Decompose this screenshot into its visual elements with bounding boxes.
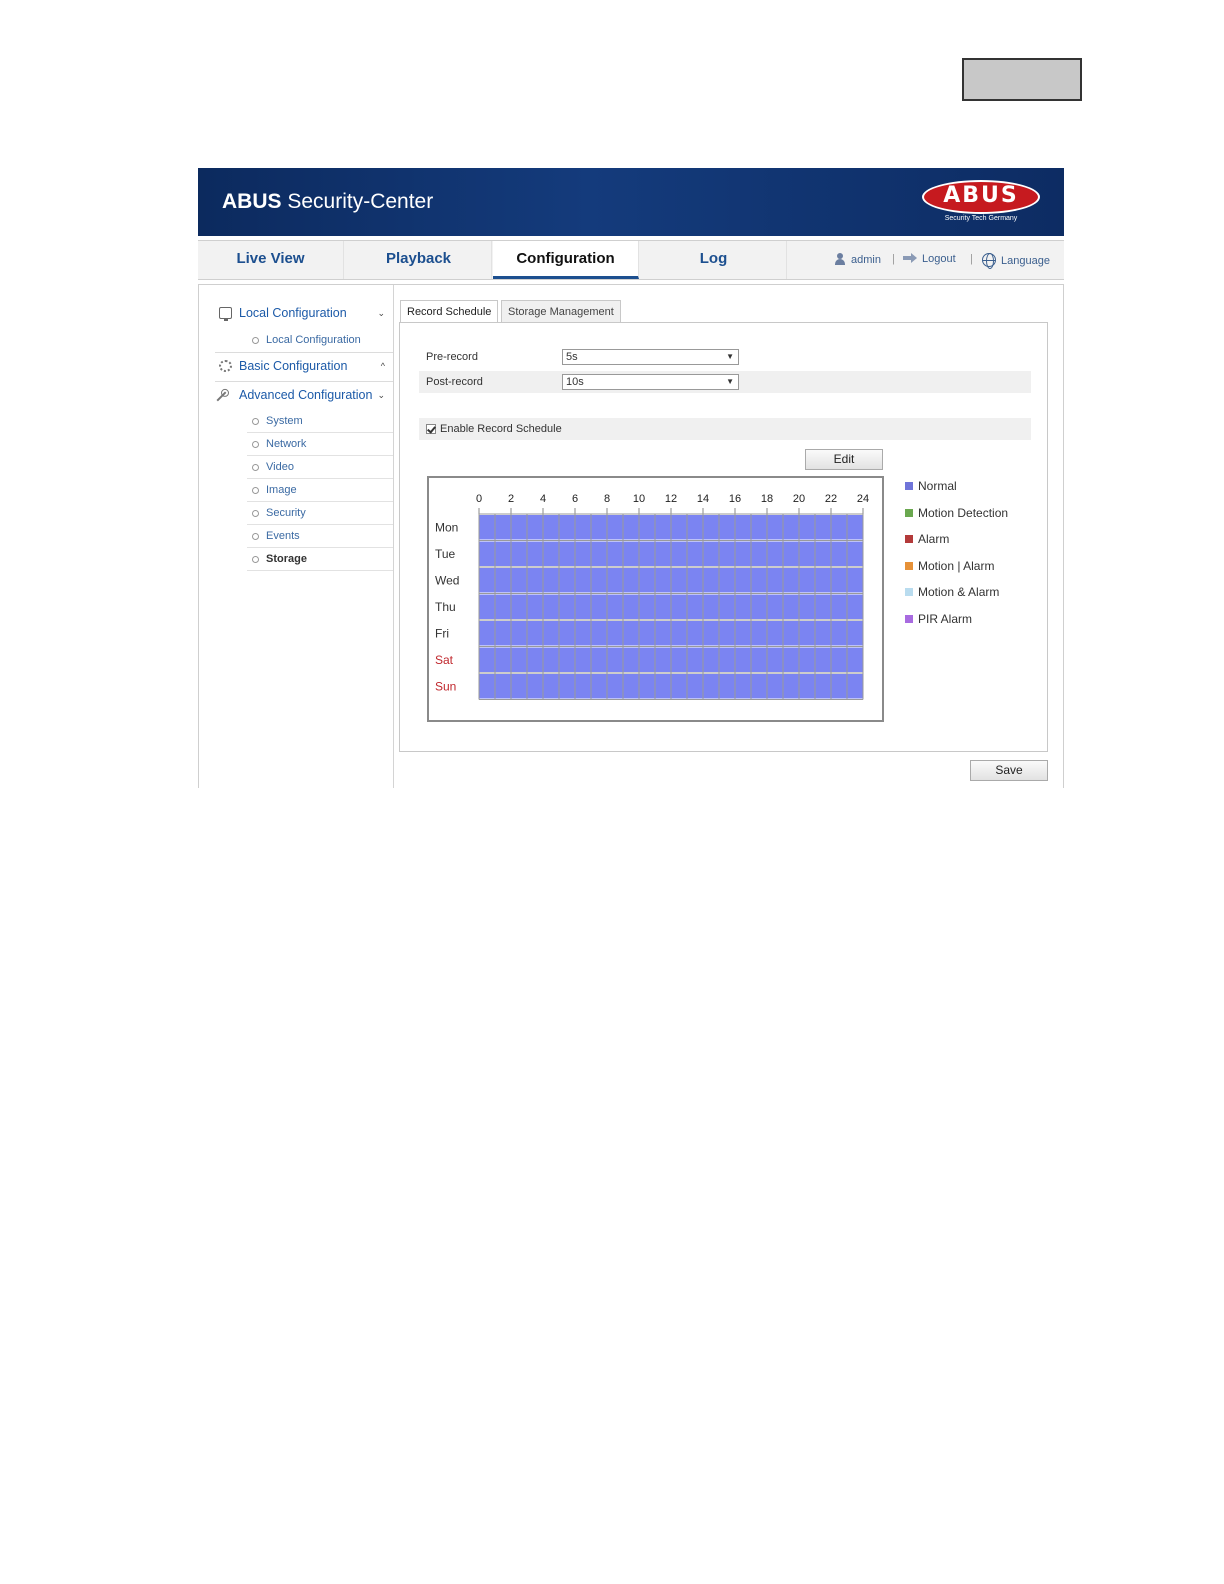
page-corner-box xyxy=(962,58,1082,101)
sidebar-advanced-configuration[interactable]: Advanced Configuration ⌄ xyxy=(215,382,393,409)
day-label: Sun xyxy=(435,679,456,693)
nav-separator: | xyxy=(892,253,895,265)
sidebar-item-network[interactable]: Network xyxy=(247,433,393,456)
hour-label: 8 xyxy=(604,493,610,505)
day-label: Wed xyxy=(435,573,459,587)
hour-label: 14 xyxy=(697,493,709,505)
chevron-down-icon: ⌄ xyxy=(377,308,385,318)
sidebar-item-events[interactable]: Events xyxy=(247,525,393,548)
sidebar-item-storage[interactable]: Storage xyxy=(247,548,393,571)
logout-icon xyxy=(903,253,917,263)
content-frame: Local Configuration ⌄ Local Configuratio… xyxy=(198,284,1064,788)
legend-label: PIR Alarm xyxy=(918,611,973,626)
hour-label: 2 xyxy=(508,493,514,505)
legend-swatch xyxy=(905,561,913,570)
schedule-box: 0 2 4 6 8 10 12 14 16 18 20 22 24 Mon Tue Wed Thu Fri Sat S… xyxy=(427,476,884,722)
legend-item: Alarm xyxy=(905,531,949,547)
schedule-grid[interactable]: 0 2 4 6 8 10 12 14 16 18 20 22 24MonTueWedThuFriSatS… xyxy=(429,478,882,720)
hour-label: 4 xyxy=(540,493,546,505)
day-label: Thu xyxy=(435,600,456,614)
tab-configuration[interactable]: Configuration xyxy=(493,241,639,279)
pre-record-label: Pre-record xyxy=(426,351,478,363)
legend-item: Motion | Alarm xyxy=(905,558,994,574)
day-label: Mon xyxy=(435,520,458,534)
main-nav: Live View Playback Configuration Log adm… xyxy=(198,240,1064,280)
nav-separator: | xyxy=(970,253,973,265)
legend-item: Motion & Alarm xyxy=(905,584,999,600)
enable-record-schedule-row: Enable Record Schedule xyxy=(419,418,1031,440)
day-label: Tue xyxy=(435,547,456,561)
enable-record-schedule-label: Enable Record Schedule xyxy=(440,423,562,435)
legend-swatch xyxy=(905,482,913,490)
legend-label: Alarm xyxy=(918,532,950,546)
tab-record-schedule[interactable]: Record Schedule xyxy=(400,300,499,323)
day-label: Sat xyxy=(435,653,454,667)
user-icon xyxy=(834,253,846,265)
hour-label: 6 xyxy=(572,493,578,505)
legend-item: Motion Detection xyxy=(905,505,1008,521)
gear-icon xyxy=(219,360,232,372)
globe-icon xyxy=(982,253,996,269)
save-button[interactable]: Save xyxy=(970,760,1048,781)
logout-link[interactable]: Logout xyxy=(903,253,956,265)
day-label: Fri xyxy=(435,626,449,640)
wrench-icon xyxy=(216,391,234,409)
pre-record-row: Pre-record 5s ▼ xyxy=(419,346,1031,368)
legend-item: Normal xyxy=(905,478,957,494)
legend-swatch xyxy=(905,614,913,623)
sidebar: Local Configuration ⌄ Local Configuratio… xyxy=(199,285,394,788)
legend-label: Motion & Alarm xyxy=(918,585,1000,599)
edit-button[interactable]: Edit xyxy=(805,449,883,470)
pre-record-select[interactable]: 5s ▼ xyxy=(562,349,739,365)
chevron-up-icon: ^ xyxy=(380,361,385,371)
language-link[interactable]: Language xyxy=(982,253,1050,269)
sidebar-basic-configuration[interactable]: Basic Configuration ^ xyxy=(215,353,393,379)
post-record-label: Post-record xyxy=(426,376,483,388)
tab-log[interactable]: Log xyxy=(641,241,787,279)
hour-label: 0 xyxy=(476,493,482,505)
monitor-icon xyxy=(219,307,232,321)
dropdown-arrow-icon: ▼ xyxy=(726,377,734,386)
legend-label: Normal xyxy=(918,479,957,493)
sidebar-item-security[interactable]: Security xyxy=(247,502,393,525)
hour-label: 20 xyxy=(793,493,805,505)
legend-swatch xyxy=(905,535,913,543)
hour-label: 10 xyxy=(633,493,645,505)
hour-label: 22 xyxy=(825,493,837,505)
hour-label: 16 xyxy=(729,493,741,505)
app-title: ABUS Security-Center xyxy=(222,190,434,213)
post-record-row: Post-record 10s ▼ xyxy=(419,371,1031,393)
app-header: ABUS Security-Center ABUS Security Tech … xyxy=(198,168,1064,236)
tab-storage-management[interactable]: Storage Management xyxy=(501,300,621,323)
post-record-select[interactable]: 10s ▼ xyxy=(562,374,739,390)
legend-label: Motion Detection xyxy=(918,505,1009,520)
user-link[interactable]: admin xyxy=(834,253,881,266)
tab-playback[interactable]: Playback xyxy=(346,241,492,279)
sidebar-local-configuration[interactable]: Local Configuration ⌄ xyxy=(215,300,393,326)
legend-item: PIR Alarm xyxy=(905,611,972,627)
legend-swatch xyxy=(905,588,913,596)
sidebar-item-image[interactable]: Image xyxy=(247,479,393,502)
dropdown-arrow-icon: ▼ xyxy=(726,352,734,361)
legend-label: Motion | Alarm xyxy=(918,558,995,573)
sidebar-item-local-configuration[interactable]: Local Configuration xyxy=(247,329,393,352)
tab-live-view[interactable]: Live View xyxy=(198,241,344,279)
sidebar-item-video[interactable]: Video xyxy=(247,456,393,479)
enable-record-schedule-checkbox[interactable] xyxy=(426,424,436,434)
hour-label: 12 xyxy=(665,493,677,505)
hour-label: 18 xyxy=(761,493,773,505)
chevron-down-icon: ⌄ xyxy=(377,390,385,400)
legend-swatch xyxy=(905,508,913,517)
abus-logo: ABUS Security Tech Germany xyxy=(922,180,1040,224)
screenshot: ABUS Security-Center ABUS Security Tech … xyxy=(198,168,1064,788)
hour-label: 24 xyxy=(857,493,869,505)
sidebar-item-system[interactable]: System xyxy=(247,410,393,433)
